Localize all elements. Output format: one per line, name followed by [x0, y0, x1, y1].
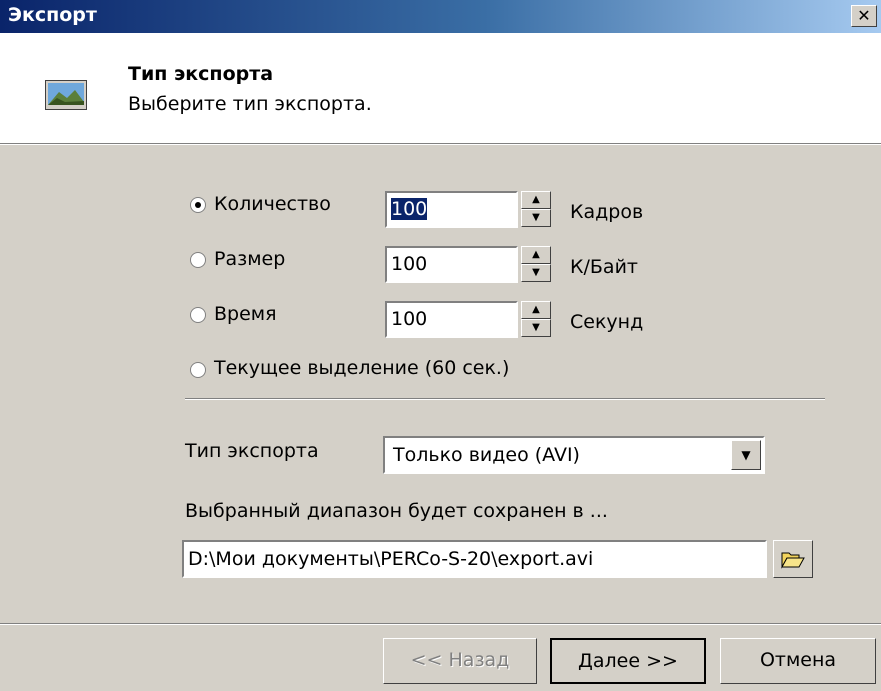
save-path-label: Выбранный диапазон будет сохранен в ... [185, 500, 608, 522]
quantity-unit: Кадров [570, 201, 644, 223]
browse-button[interactable] [773, 540, 813, 578]
options-divider [185, 398, 825, 400]
quantity-input[interactable]: 100 [385, 191, 518, 228]
chevron-down-icon[interactable]: ▼ [731, 440, 761, 470]
time-unit: Секунд [570, 311, 644, 333]
export-type-select[interactable]: Только видео (AVI) ▼ [383, 436, 765, 474]
radio-size-label: Размер [214, 248, 286, 270]
window-title: Экспорт [8, 4, 97, 26]
back-button[interactable]: << Назад [383, 638, 537, 684]
time-input[interactable]: 100 [385, 301, 518, 338]
export-type-label: Тип экспорта [185, 440, 319, 462]
time-spinner[interactable]: ▲ ▼ [521, 301, 551, 338]
wizard-header: Тип экспорта Выберите тип экспорта. [0, 33, 881, 143]
radio-time[interactable] [190, 307, 206, 323]
close-icon: ✕ [857, 6, 871, 25]
spin-up-icon[interactable]: ▲ [521, 301, 551, 319]
cancel-button[interactable]: Отмена [720, 638, 876, 684]
export-type-value: Только видео (AVI) [393, 444, 580, 466]
next-button[interactable]: Далее >> [550, 638, 706, 684]
radio-size[interactable] [190, 252, 206, 268]
radio-current-selection-label: Текущее выделение (60 сек.) [214, 357, 510, 379]
spin-down-icon[interactable]: ▼ [521, 319, 551, 337]
radio-time-label: Время [214, 303, 277, 325]
save-path-input[interactable]: D:\Мои документы\PERCo-S-20\export.avi [182, 540, 767, 578]
spin-down-icon[interactable]: ▼ [521, 264, 551, 282]
title-bar: Экспорт ✕ [0, 0, 881, 33]
footer-divider [0, 623, 881, 625]
radio-quantity[interactable] [190, 197, 206, 213]
quantity-spinner[interactable]: ▲ ▼ [521, 191, 551, 228]
radio-quantity-label: Количество [214, 193, 331, 215]
landscape-image-icon [45, 80, 87, 110]
spin-down-icon[interactable]: ▼ [521, 209, 551, 227]
spin-up-icon[interactable]: ▲ [521, 246, 551, 264]
size-spinner[interactable]: ▲ ▼ [521, 246, 551, 283]
header-subtitle: Выберите тип экспорта. [128, 93, 372, 115]
header-title: Тип экспорта [128, 63, 274, 85]
open-folder-icon [781, 552, 805, 569]
spin-up-icon[interactable]: ▲ [521, 191, 551, 209]
size-input[interactable]: 100 [385, 246, 518, 283]
size-unit: К/Байт [570, 256, 638, 278]
radio-current-selection[interactable] [190, 362, 206, 378]
close-button[interactable]: ✕ [851, 5, 877, 27]
header-divider [0, 143, 881, 145]
